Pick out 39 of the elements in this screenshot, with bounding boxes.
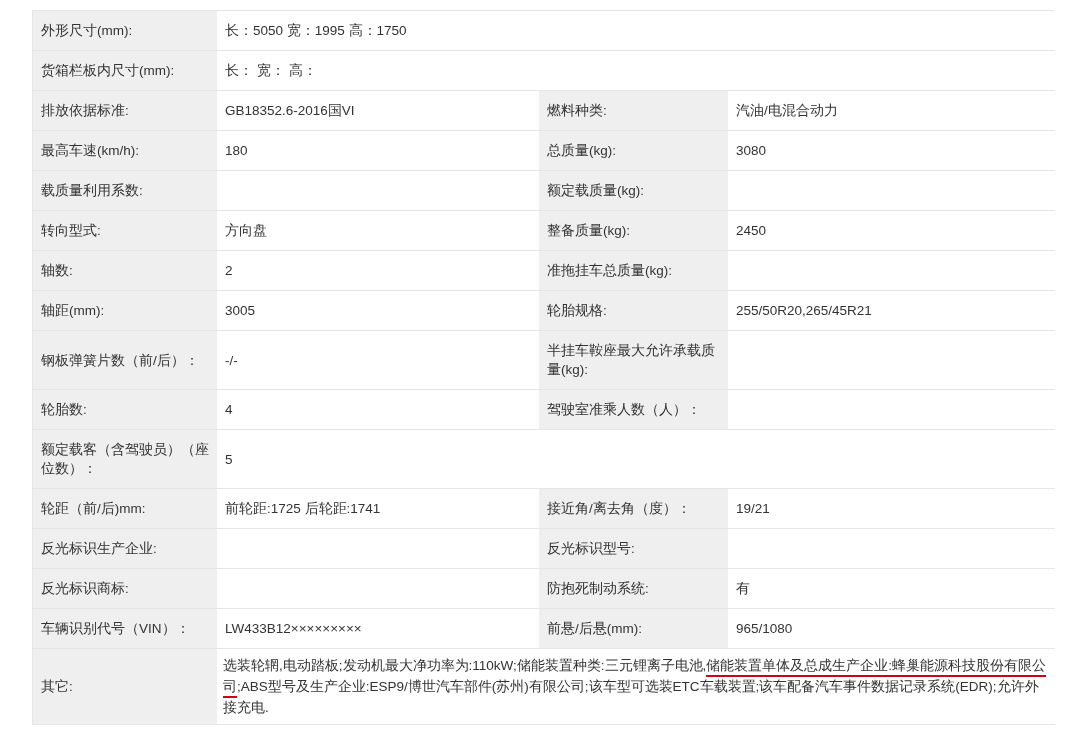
field-label: 转向型式: [33, 211, 217, 251]
field-label: 轮胎数: [33, 390, 217, 430]
field-value: 5 [217, 430, 1055, 489]
field-value: 2450 [728, 211, 1055, 251]
field-label: 准拖挂车总质量(kg): [539, 251, 728, 291]
field-value: 汽油/电混合动力 [728, 91, 1055, 131]
field-label: 轴数: [33, 251, 217, 291]
field-value: 965/1080 [728, 609, 1055, 649]
field-label: 总质量(kg): [539, 131, 728, 171]
field-label: 排放依据标准: [33, 91, 217, 131]
field-label: 反光标识商标: [33, 569, 217, 609]
field-value: 长：5050 宽：1995 高：1750 [217, 11, 1055, 51]
field-label: 前悬/后悬(mm): [539, 609, 728, 649]
field-label: 轮胎规格: [539, 291, 728, 331]
field-label: 额定载质量(kg): [539, 171, 728, 211]
field-label: 半挂车鞍座最大允许承载质量(kg): [539, 331, 728, 390]
field-label: 货箱栏板内尺寸(mm): [33, 51, 217, 91]
field-label: 反光标识生产企业: [33, 529, 217, 569]
field-label: 载质量利用系数: [33, 171, 217, 211]
field-value: 3080 [728, 131, 1055, 171]
field-label: 轮距（前/后)mm: [33, 489, 217, 529]
field-label: 防抱死制动系统: [539, 569, 728, 609]
field-label: 驾驶室准乘人数（人）： [539, 390, 728, 430]
field-label: 燃料种类: [539, 91, 728, 131]
field-value: 选装轮辋,电动踏板;发动机最大净功率为:110kW;储能装置种类:三元锂离子电池,储能装置单体及总成生产企业:蜂巢能源科技股份有限公司;ABS型号及生产企业:ESP9/博世汽车部件(苏州)有限公司;该车型可选装ETC车载装置;该车配备汽车事件数据记录系统(EDR);允许外接充电. [217, 649, 1055, 725]
field-label: 额定载客（含驾驶员）（座位数）： [33, 430, 217, 489]
field-value: 有 [728, 569, 1055, 609]
field-label: 钢板弹簧片数（前/后）： [33, 331, 217, 390]
field-value: 255/50R20,265/45R21 [728, 291, 1055, 331]
field-value: 19/21 [728, 489, 1055, 529]
field-label: 车辆识别代号（VIN）： [33, 609, 217, 649]
field-label: 接近角/离去角（度）： [539, 489, 728, 529]
field-label: 轴距(mm): [33, 291, 217, 331]
field-value: 长： 宽： 高： [217, 51, 1055, 91]
field-label: 最高车速(km/h): [33, 131, 217, 171]
field-label: 其它: [33, 649, 217, 725]
field-label: 反光标识型号: [539, 529, 728, 569]
field-label: 整备质量(kg): [539, 211, 728, 251]
field-label: 外形尺寸(mm): [33, 11, 217, 51]
